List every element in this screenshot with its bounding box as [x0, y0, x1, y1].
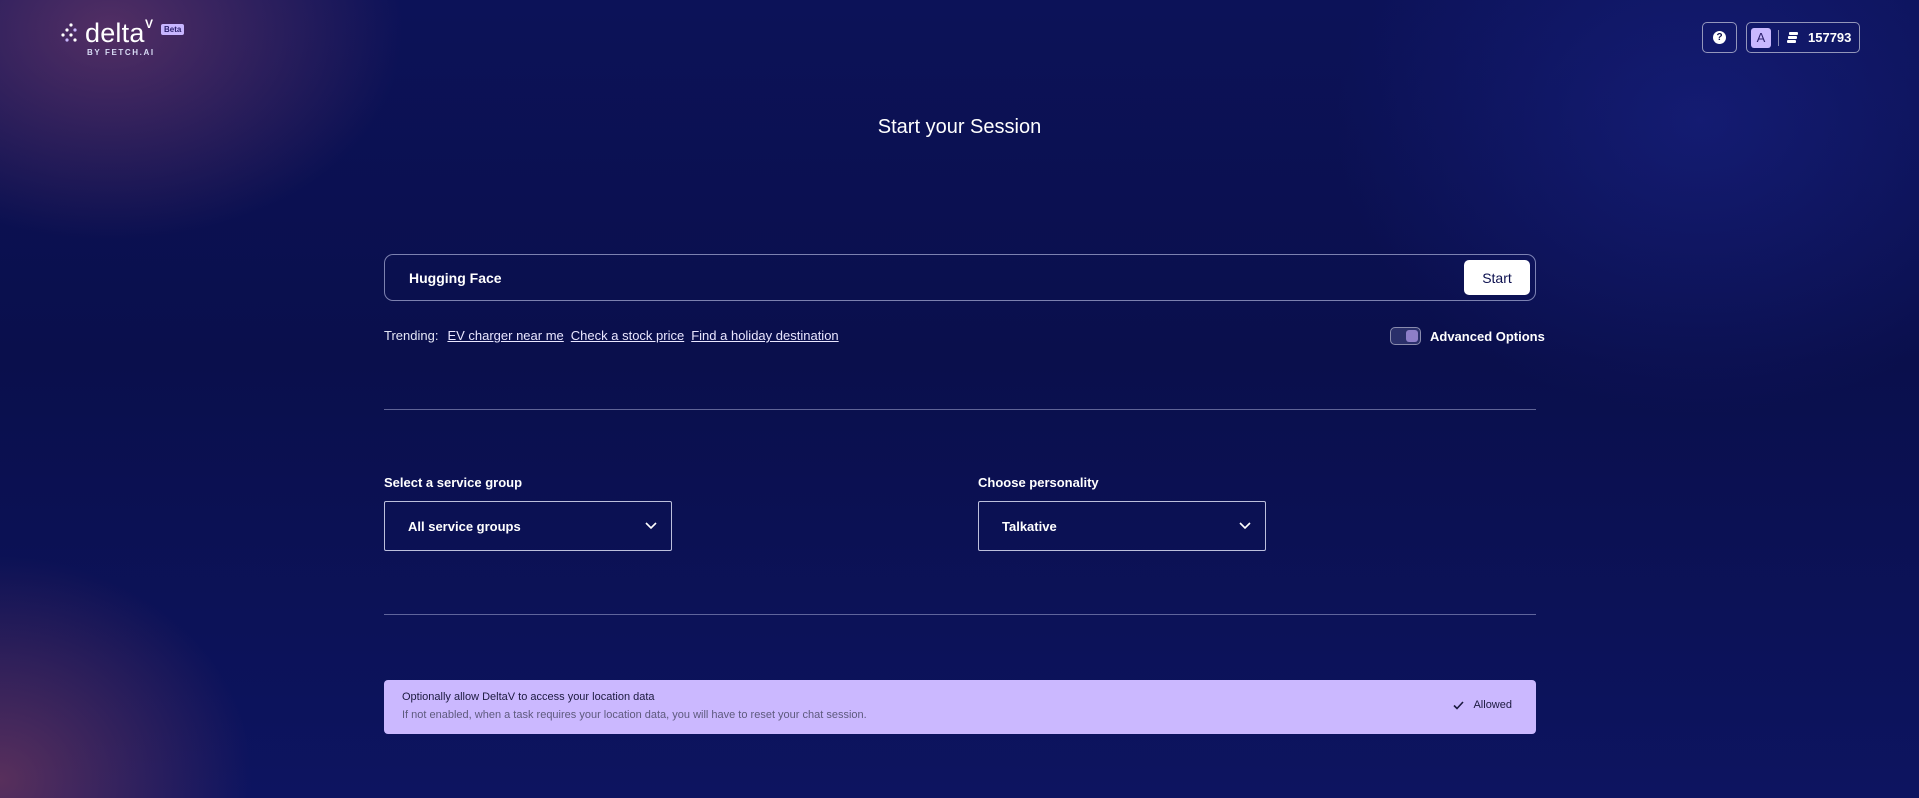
personality-value: Talkative	[1002, 518, 1057, 534]
personality-label: Choose personality	[978, 475, 1099, 490]
personality-select[interactable]: Talkative	[978, 501, 1266, 551]
deltav-logo[interactable]: delta V Beta BY FETCH.AI	[60, 17, 200, 58]
service-group-label: Select a service group	[384, 475, 523, 490]
logo-dots-icon	[61, 23, 77, 42]
advanced-options-label: Advanced Options	[1430, 328, 1545, 344]
help-circle-icon: ?	[1713, 31, 1726, 44]
trending-link-ev-charger[interactable]: EV charger near me	[447, 328, 563, 343]
location-permission-banner: Optionally allow DeltaV to access your l…	[384, 680, 1536, 734]
help-button[interactable]: ?	[1702, 22, 1737, 53]
avatar: A	[1751, 27, 1771, 48]
trending-label: Trending:	[384, 328, 439, 343]
service-group-select[interactable]: All service groups	[384, 501, 672, 551]
trending-link-holiday[interactable]: Find a holiday destination	[691, 328, 838, 343]
logo-byline: BY FETCH.AI	[87, 48, 155, 57]
search-bar: Start	[384, 254, 1536, 301]
location-allowed-toggle[interactable]: Allowed	[1453, 699, 1512, 711]
coins-stack-icon	[1787, 32, 1798, 43]
credits-count: 157793	[1808, 30, 1852, 45]
trending-row: Trending: EV charger near me Check a sto…	[384, 328, 846, 343]
divider	[384, 614, 1536, 615]
chevron-down-icon	[1239, 522, 1251, 530]
account-separator	[1778, 29, 1779, 46]
toggle-switch[interactable]	[1390, 327, 1421, 345]
account-credits-button[interactable]: A 157793	[1746, 22, 1860, 53]
service-group-value: All service groups	[408, 518, 521, 534]
logo-wordmark: delta	[85, 18, 145, 48]
trending-link-stock-price[interactable]: Check a stock price	[571, 328, 684, 343]
allowed-label: Allowed	[1473, 699, 1512, 711]
logo-superscript: V	[145, 17, 154, 31]
advanced-options-toggle[interactable]: Advanced Options	[1390, 327, 1545, 345]
objective-input[interactable]	[409, 255, 1409, 300]
toggle-knob	[1406, 330, 1418, 342]
start-button[interactable]: Start	[1464, 260, 1530, 295]
beta-badge: Beta	[161, 24, 185, 35]
location-description: If not enabled, when a task requires you…	[402, 709, 867, 721]
check-icon	[1453, 700, 1465, 710]
chevron-down-icon	[645, 522, 657, 530]
divider	[384, 409, 1536, 410]
location-title: Optionally allow DeltaV to access your l…	[402, 691, 655, 703]
page-title: Start your Session	[877, 116, 1042, 138]
